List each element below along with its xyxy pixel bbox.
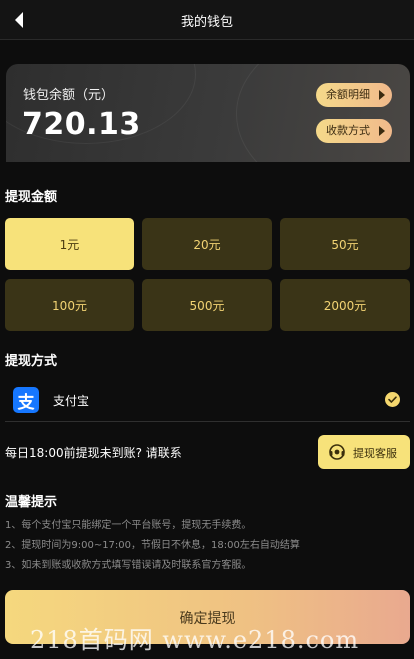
headset-icon xyxy=(328,443,346,461)
amount-option-50[interactable]: 50元 xyxy=(280,218,410,270)
top-bar: 我的钱包 xyxy=(0,0,414,40)
payment-method-label: 收款方式 xyxy=(326,124,370,137)
payment-method-button[interactable]: 收款方式 xyxy=(316,119,392,143)
site-watermark: 218首码网 www.e218.com xyxy=(30,626,360,654)
tip-item: 2、提现时间为9:00~17:00，节假日不休息，18:00左右自动结算 xyxy=(5,540,300,551)
balance-amount: 720.13 xyxy=(22,107,141,142)
amount-option-1[interactable]: 1元 xyxy=(5,218,134,270)
method-label: 支付宝 xyxy=(53,394,90,408)
amount-option-500[interactable]: 500元 xyxy=(142,279,272,331)
withdraw-amount-title: 提现金额 xyxy=(5,190,58,205)
tips-title: 温馨提示 xyxy=(5,495,58,510)
unreceived-notice: 每日18:00前提现未到账? 请联系 xyxy=(5,446,182,460)
triangle-right-icon xyxy=(379,90,385,100)
amount-option-100[interactable]: 100元 xyxy=(5,279,134,331)
alipay-method-row[interactable]: 支 支付宝 xyxy=(5,382,410,422)
tip-item: 3、如未到账或收款方式填写错误请及时联系官方客服。 xyxy=(5,560,252,571)
balance-label: 钱包余额（元） xyxy=(23,88,115,103)
withdraw-service-button[interactable]: 提现客服 xyxy=(318,435,410,469)
balance-detail-label: 余额明细 xyxy=(326,88,370,101)
alipay-icon: 支 xyxy=(13,387,39,413)
amount-options: 1元 20元 50元 100元 500元 2000元 xyxy=(5,218,410,332)
triangle-right-icon xyxy=(379,126,385,136)
withdraw-service-label: 提现客服 xyxy=(353,447,397,460)
balance-card: 钱包余额（元） 720.13 余额明细 收款方式 xyxy=(6,64,410,162)
page-title: 我的钱包 xyxy=(180,15,233,30)
amount-option-2000[interactable]: 2000元 xyxy=(280,279,410,331)
check-circle-icon[interactable] xyxy=(385,392,400,407)
balance-detail-button[interactable]: 余额明细 xyxy=(316,83,392,107)
amount-option-20[interactable]: 20元 xyxy=(142,218,272,270)
withdraw-method-title: 提现方式 xyxy=(5,354,58,369)
tip-item: 1、每个支付宝只能绑定一个平台账号，提现无手续费。 xyxy=(5,520,252,531)
